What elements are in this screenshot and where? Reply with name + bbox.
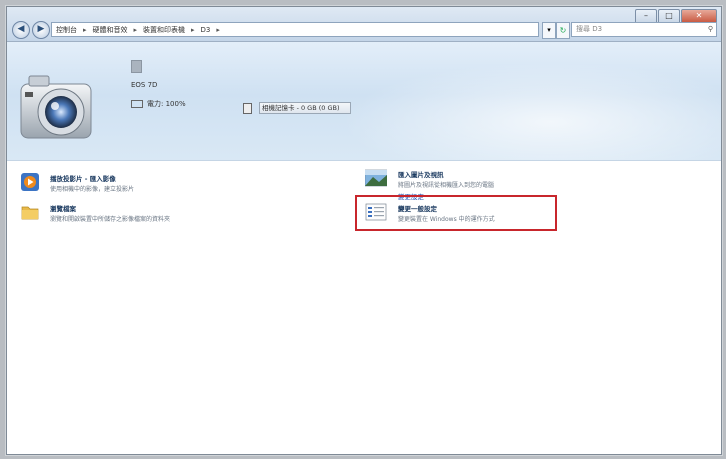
memory-card-icon: [243, 102, 252, 114]
folder-icon: [21, 206, 39, 220]
breadcrumb-control-panel[interactable]: 控制台: [56, 25, 77, 35]
breadcrumb-hardware-sound[interactable]: 硬體和音效: [93, 25, 128, 35]
task-title: 匯入圖片及視訊: [398, 171, 444, 179]
breadcrumb-separator: ▸: [216, 25, 220, 34]
task-description: 將圖片及視訊從相機匯入到您的電腦: [398, 182, 495, 189]
forward-arrow-icon[interactable]: ▶: [32, 21, 50, 39]
task-title: 播放投影片 - 匯入影像: [50, 175, 116, 183]
device-icon: [131, 60, 142, 73]
camera-icon: [20, 75, 92, 139]
device-header: EOS 7D 電力: 100% 相機記憶卡 - 0 GB (0 GB): [7, 42, 721, 161]
task-browse-files[interactable]: 瀏覽檔案 瀏覽和開啟裝置中所儲存之影像檔案的資料夾: [21, 203, 170, 224]
breadcrumb-devices-printers[interactable]: 裝置和印表機: [143, 25, 185, 35]
nav-buttons: ◀ ▶: [12, 21, 52, 39]
search-placeholder: 搜尋 D3: [576, 25, 603, 33]
search-icon[interactable]: ⚲: [708, 23, 713, 36]
battery-label: 電力: 100%: [147, 100, 186, 108]
task-title: 瀏覽檔案: [50, 205, 76, 213]
highlight-box: [355, 195, 557, 231]
task-description: 使用相機中的影像，建立投影片: [50, 186, 135, 193]
explorer-window: – □ ✕ ◀ ▶ 控制台 ▸ 硬體和音效 ▸ 裝置和印表機 ▸ D3 ▸ ▾ …: [6, 6, 722, 455]
storage-info: 相機記憶卡 - 0 GB (0 GB): [243, 102, 351, 114]
back-arrow-icon[interactable]: ◀: [12, 21, 30, 39]
breadcrumb-separator: ▸: [133, 25, 138, 34]
refresh-icon[interactable]: ↻: [556, 22, 570, 39]
breadcrumb-separator: ▸: [191, 25, 195, 34]
task-slideshow[interactable]: 播放投影片 - 匯入影像 使用相機中的影像，建立投影片: [21, 173, 134, 194]
battery-status: 電力: 100%: [131, 99, 186, 109]
battery-icon: [131, 100, 143, 108]
breadcrumb-device[interactable]: D3: [201, 26, 211, 34]
chevron-down-icon[interactable]: ▾: [542, 22, 556, 39]
title-bar: – □ ✕ ◀ ▶ 控制台 ▸ 硬體和音效 ▸ 裝置和印表機 ▸ D3 ▸ ▾ …: [7, 7, 721, 42]
storage-bar: 相機記憶卡 - 0 GB (0 GB): [259, 102, 351, 114]
device-model: EOS 7D: [131, 81, 158, 89]
device-info: EOS 7D 電力: 100%: [131, 60, 186, 119]
breadcrumb-separator: ▸: [83, 25, 87, 34]
photo-import-icon: [365, 169, 387, 187]
media-player-icon: [21, 173, 39, 191]
storage-label: 相機記憶卡 - 0 GB (0 GB): [262, 104, 340, 112]
address-bar[interactable]: 控制台 ▸ 硬體和音效 ▸ 裝置和印表機 ▸ D3 ▸: [51, 22, 539, 37]
task-list: 播放投影片 - 匯入影像 使用相機中的影像，建立投影片 瀏覽檔案 瀏覽和開啟裝置…: [7, 161, 721, 454]
search-input[interactable]: 搜尋 D3 ⚲: [571, 22, 717, 37]
task-description: 瀏覽和開啟裝置中所儲存之影像檔案的資料夾: [50, 216, 171, 223]
